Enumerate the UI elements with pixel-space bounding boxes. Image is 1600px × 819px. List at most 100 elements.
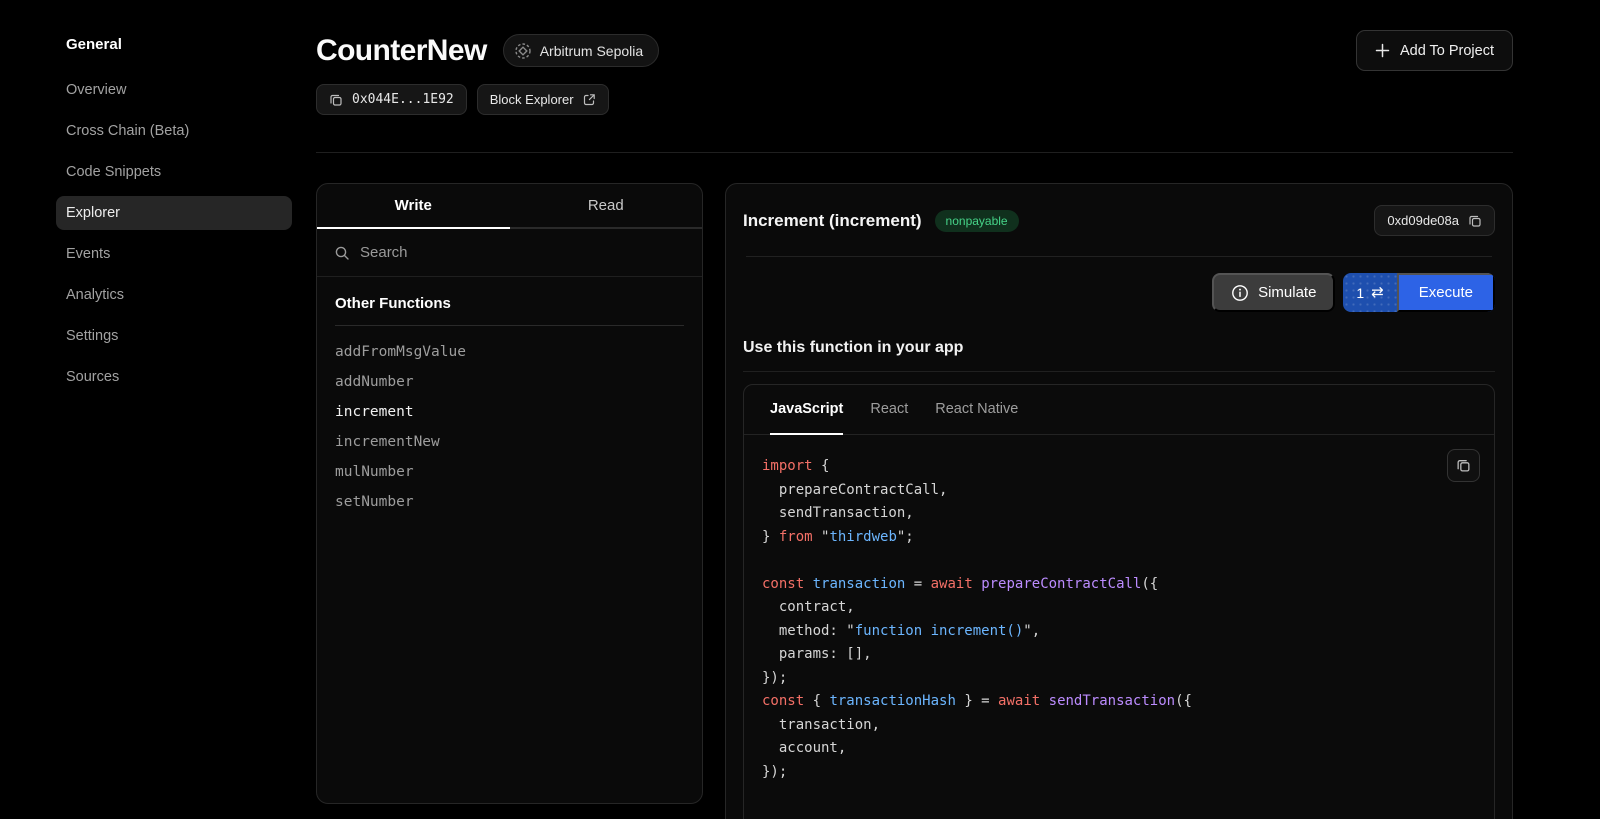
execute-button-group: 1 ⇄ Execute — [1343, 273, 1495, 312]
title-group: CounterNew Arbitrum Sepolia — [316, 34, 659, 68]
sidebar-item-overview[interactable]: Overview — [56, 73, 292, 107]
tab-write[interactable]: Write — [317, 184, 510, 229]
code-tab-label: React Native — [935, 401, 1018, 417]
sidebar-item-cross-chain-beta[interactable]: Cross Chain (Beta) — [56, 114, 292, 148]
code-line: import { — [762, 455, 1476, 479]
search-icon — [334, 245, 350, 261]
function-selector-label: 0xd09de08a — [1387, 213, 1459, 228]
sidebar-item-label: Sources — [66, 369, 119, 385]
contract-explorer-page: { "colors": { "accent_blue": "#2d63e6", … — [0, 0, 1600, 819]
info-icon — [1231, 284, 1249, 302]
add-to-project-button[interactable]: Add To Project — [1356, 30, 1513, 71]
explorer-panels: Write Read Other Functions addFromMsgVal… — [316, 183, 1513, 819]
copy-icon — [1456, 458, 1471, 473]
block-explorer-label: Block Explorer — [490, 92, 574, 107]
code-line — [762, 549, 1476, 573]
function-item-increment[interactable]: increment — [335, 397, 684, 427]
functions-section-title: Other Functions — [335, 295, 684, 312]
function-search-row — [317, 229, 702, 277]
code-area: import { prepareContractCall, sendTransa… — [744, 435, 1494, 804]
contract-chips-row: 0x044E...1E92 Block Explorer — [316, 84, 1513, 115]
code-tab-label: JavaScript — [770, 401, 843, 417]
code-line: method: "function increment()", — [762, 620, 1476, 644]
code-line: contract, — [762, 596, 1476, 620]
header-divider — [316, 152, 1513, 153]
tab-label: Read — [588, 197, 624, 214]
code-line: }); — [762, 667, 1476, 691]
simulate-label: Simulate — [1258, 284, 1316, 301]
network-badge-label: Arbitrum Sepolia — [540, 43, 644, 59]
sidebar-item-events[interactable]: Events — [56, 237, 292, 271]
functions-panel: Write Read Other Functions addFromMsgVal… — [316, 183, 703, 804]
block-explorer-button[interactable]: Block Explorer — [477, 84, 609, 115]
main-content: CounterNew Arbitrum Sepolia Add To Proje… — [316, 0, 1600, 819]
execute-button[interactable]: Execute — [1397, 273, 1495, 312]
sidebar-item-analytics[interactable]: Analytics — [56, 278, 292, 312]
contract-address-label: 0x044E...1E92 — [352, 92, 454, 107]
function-detail-header: Increment (increment) nonpayable 0xd09de… — [726, 184, 1512, 256]
sidebar: General Overview Cross Chain (Beta) Code… — [0, 0, 316, 819]
page-header: CounterNew Arbitrum Sepolia Add To Proje… — [316, 30, 1513, 71]
network-icon — [514, 42, 532, 60]
function-item-incrementnew[interactable]: incrementNew — [335, 427, 684, 457]
sidebar-item-explorer[interactable]: Explorer — [56, 196, 292, 230]
external-link-icon — [583, 93, 596, 106]
code-line: prepareContractCall, — [762, 479, 1476, 503]
sidebar-item-settings[interactable]: Settings — [56, 319, 292, 353]
tab-read[interactable]: Read — [510, 184, 703, 229]
code-language-tabs: JavaScript React React Native — [744, 385, 1494, 435]
sidebar-item-label: Overview — [66, 82, 126, 98]
sidebar-item-label: Explorer — [66, 205, 120, 221]
function-item-addnumber[interactable]: addNumber — [335, 367, 684, 397]
code-line: const { transactionHash } = await sendTr… — [762, 690, 1476, 714]
simulate-button[interactable]: Simulate — [1212, 273, 1335, 312]
function-item-addfrommsgvalue[interactable]: addFromMsgValue — [335, 337, 684, 367]
code-line: account, — [762, 737, 1476, 761]
tab-label: Write — [395, 197, 432, 214]
add-to-project-label: Add To Project — [1400, 43, 1494, 59]
sidebar-item-code-snippets[interactable]: Code Snippets — [56, 155, 292, 189]
code-line: params: [], — [762, 643, 1476, 667]
code-tab-javascript[interactable]: JavaScript — [770, 385, 843, 435]
code-tab-label: React — [870, 401, 908, 417]
functions-section-divider — [335, 325, 684, 326]
function-title: Increment (increment) — [743, 211, 922, 231]
function-detail-panel: Increment (increment) nonpayable 0xd09de… — [725, 183, 1513, 819]
code-content: import { prepareContractCall, sendTransa… — [762, 455, 1476, 784]
execute-count-toggle[interactable]: 1 ⇄ — [1343, 273, 1396, 312]
copy-code-button[interactable] — [1447, 449, 1480, 482]
function-item-setnumber[interactable]: setNumber — [335, 487, 684, 517]
write-read-tabs: Write Read — [317, 184, 702, 229]
function-action-row: Simulate 1 ⇄ Execute — [726, 257, 1512, 312]
sidebar-item-sources[interactable]: Sources — [56, 360, 292, 394]
network-badge[interactable]: Arbitrum Sepolia — [503, 34, 660, 67]
mutability-badge: nonpayable — [935, 210, 1019, 232]
copy-icon — [329, 93, 343, 107]
sidebar-heading: General — [56, 36, 292, 53]
function-item-mulnumber[interactable]: mulNumber — [335, 457, 684, 487]
sidebar-item-label: Cross Chain (Beta) — [66, 123, 189, 139]
execute-count-value: 1 — [1356, 285, 1364, 301]
code-line: transaction, — [762, 714, 1476, 738]
sidebar-item-label: Analytics — [66, 287, 124, 303]
usage-heading: Use this function in your app — [726, 339, 1512, 357]
code-line: const transaction = await prepareContrac… — [762, 573, 1476, 597]
code-line: sendTransaction, — [762, 502, 1476, 526]
code-tab-react-native[interactable]: React Native — [935, 385, 1018, 435]
code-snippet-card: JavaScript React React Native import { p… — [743, 384, 1495, 819]
copy-icon — [1468, 214, 1482, 228]
sidebar-item-label: Code Snippets — [66, 164, 161, 180]
sidebar-nav: Overview Cross Chain (Beta) Code Snippet… — [56, 73, 292, 394]
function-list: addFromMsgValueaddNumberincrementincreme… — [335, 337, 684, 517]
page-title: CounterNew — [316, 34, 487, 68]
function-search-input[interactable] — [360, 244, 685, 261]
code-line: } from "thirdweb"; — [762, 526, 1476, 550]
code-tab-react[interactable]: React — [870, 385, 908, 435]
sidebar-item-label: Events — [66, 246, 110, 262]
function-selector-chip[interactable]: 0xd09de08a — [1374, 205, 1495, 236]
functions-panel-body: Other Functions addFromMsgValueaddNumber… — [317, 277, 702, 517]
usage-divider — [743, 371, 1495, 372]
contract-address-chip[interactable]: 0x044E...1E92 — [316, 84, 467, 115]
swap-arrows-icon: ⇄ — [1371, 285, 1384, 300]
plus-icon — [1375, 43, 1390, 58]
